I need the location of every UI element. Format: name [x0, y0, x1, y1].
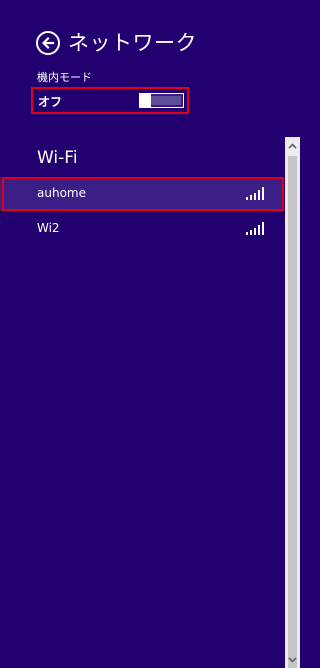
- airplane-mode-state: オフ: [38, 95, 63, 109]
- scrollbar[interactable]: [285, 137, 300, 668]
- chevron-up-icon: [288, 142, 297, 149]
- scroll-down-button[interactable]: [285, 651, 300, 668]
- network-name: auhome: [37, 186, 86, 200]
- wifi-section-title: Wi-Fi: [37, 148, 78, 168]
- wifi-signal-icon: [246, 222, 264, 235]
- back-arrow-icon: [41, 36, 55, 50]
- scroll-up-button[interactable]: [285, 137, 300, 154]
- page-title: ネットワーク: [68, 31, 197, 55]
- network-item-auhome[interactable]: auhome: [0, 177, 284, 211]
- toggle-knob[interactable]: [139, 93, 151, 108]
- network-settings-pane: ネットワーク 機内モード オフ Wi-Fi auhome Wi2: [0, 0, 300, 668]
- airplane-mode-toggle[interactable]: [139, 93, 184, 108]
- network-name: Wi2: [37, 221, 60, 235]
- network-item-wi2[interactable]: Wi2: [0, 212, 284, 246]
- chevron-down-icon: [288, 656, 297, 663]
- wifi-signal-icon: [246, 187, 264, 200]
- scroll-thumb[interactable]: [288, 156, 297, 668]
- airplane-mode-row: オフ: [31, 87, 189, 114]
- airplane-mode-label: 機内モード: [37, 71, 92, 84]
- back-button[interactable]: [36, 31, 60, 55]
